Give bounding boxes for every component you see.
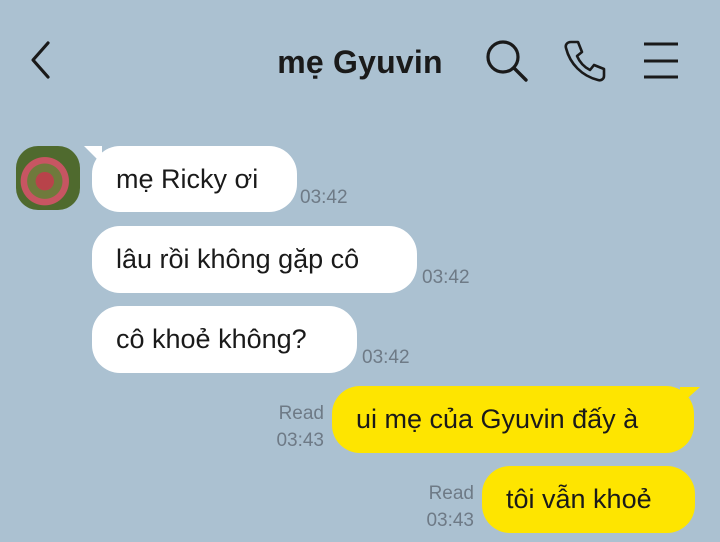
message-text: mẹ Ricky ơi bbox=[116, 163, 259, 194]
read-receipt: Read bbox=[278, 403, 324, 424]
phone-icon bbox=[564, 40, 606, 82]
call-button[interactable] bbox=[562, 38, 608, 84]
chat-title-text: mẹ Gyuvin bbox=[277, 44, 443, 80]
message-bubble-outgoing[interactable]: ui mẹ của Gyuvin đấy à bbox=[332, 386, 694, 453]
message-bubble-incoming[interactable]: lâu rồi không gặp cô bbox=[92, 226, 417, 293]
message-text: lâu rồi không gặp cô bbox=[116, 244, 360, 274]
contact-avatar[interactable] bbox=[16, 146, 80, 210]
message-meta: Read 03:43 bbox=[262, 400, 324, 454]
message-bubble-outgoing[interactable]: tôi vẫn khoẻ bbox=[482, 466, 695, 533]
message-time: 03:42 bbox=[422, 267, 470, 288]
menu-button[interactable] bbox=[640, 40, 682, 82]
message-bubble-incoming[interactable]: mẹ Ricky ơi bbox=[92, 146, 297, 212]
message-text: tôi vẫn khoẻ bbox=[506, 484, 652, 514]
read-receipt: Read bbox=[428, 483, 474, 504]
message-time: 03:42 bbox=[362, 347, 410, 368]
search-icon bbox=[486, 40, 528, 82]
chat-header: mẹ Gyuvin bbox=[0, 0, 720, 120]
message-bubble-incoming[interactable]: cô khoẻ không? bbox=[92, 306, 357, 373]
chat-title: mẹ Gyuvin bbox=[0, 44, 720, 81]
menu-icon bbox=[644, 42, 678, 79]
message-time: 03:42 bbox=[300, 187, 348, 208]
search-button[interactable] bbox=[484, 38, 530, 84]
message-meta: Read 03:43 bbox=[412, 480, 474, 534]
message-text: cô khoẻ không? bbox=[116, 324, 307, 354]
message-time: 03:43 bbox=[276, 430, 324, 451]
message-time: 03:43 bbox=[426, 510, 474, 531]
message-text: ui mẹ của Gyuvin đấy à bbox=[356, 404, 639, 434]
